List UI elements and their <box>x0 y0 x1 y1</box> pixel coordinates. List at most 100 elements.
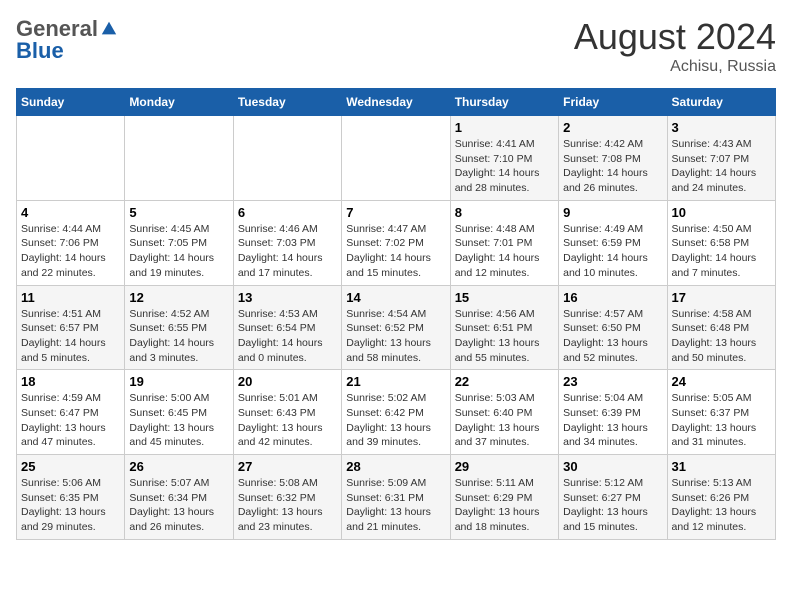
day-number: 9 <box>563 205 662 220</box>
day-info: Sunrise: 4:57 AMSunset: 6:50 PMDaylight:… <box>563 307 662 366</box>
calendar-cell: 3 Sunrise: 4:43 AMSunset: 7:07 PMDaylight… <box>667 116 775 201</box>
day-number: 2 <box>563 120 662 135</box>
day-number: 16 <box>563 290 662 305</box>
day-number: 20 <box>238 374 337 389</box>
calendar-cell: 18 Sunrise: 4:59 AMSunset: 6:47 PMDayligh… <box>17 370 125 455</box>
day-number: 11 <box>21 290 120 305</box>
weekday-thursday: Thursday <box>450 89 558 116</box>
calendar-cell: 2 Sunrise: 4:42 AMSunset: 7:08 PMDaylight… <box>559 116 667 201</box>
day-info: Sunrise: 4:56 AMSunset: 6:51 PMDaylight:… <box>455 307 554 366</box>
calendar-cell: 15 Sunrise: 4:56 AMSunset: 6:51 PMDayligh… <box>450 285 558 370</box>
day-info: Sunrise: 5:08 AMSunset: 6:32 PMDaylight:… <box>238 476 337 535</box>
calendar-cell: 4 Sunrise: 4:44 AMSunset: 7:06 PMDaylight… <box>17 200 125 285</box>
calendar-cell <box>342 116 450 201</box>
day-info: Sunrise: 5:04 AMSunset: 6:39 PMDaylight:… <box>563 391 662 450</box>
calendar-cell: 24Sunrise: 5:05 AMSunset: 6:37 PMDayligh… <box>667 370 775 455</box>
calendar-cell: 5 Sunrise: 4:45 AMSunset: 7:05 PMDaylight… <box>125 200 233 285</box>
day-info: Sunrise: 4:59 AMSunset: 6:47 PMDaylight:… <box>21 391 120 450</box>
calendar-week-5: 25 Sunrise: 5:06 AMSunset: 6:35 PMDayligh… <box>17 455 776 540</box>
calendar-cell <box>17 116 125 201</box>
weekday-sunday: Sunday <box>17 89 125 116</box>
calendar-cell: 23 Sunrise: 5:04 AMSunset: 6:39 PMDayligh… <box>559 370 667 455</box>
calendar-cell: 20 Sunrise: 5:01 AMSunset: 6:43 PMDayligh… <box>233 370 341 455</box>
calendar-week-3: 11 Sunrise: 4:51 AMSunset: 6:57 PMDayligh… <box>17 285 776 370</box>
day-info: Sunrise: 5:01 AMSunset: 6:43 PMDaylight:… <box>238 391 337 450</box>
day-number: 19 <box>129 374 228 389</box>
calendar-cell: 1 Sunrise: 4:41 AMSunset: 7:10 PMDaylight… <box>450 116 558 201</box>
location: Achisu, Russia <box>574 58 776 76</box>
calendar-week-2: 4 Sunrise: 4:44 AMSunset: 7:06 PMDaylight… <box>17 200 776 285</box>
day-number: 7 <box>346 205 445 220</box>
day-info: Sunrise: 4:48 AMSunset: 7:01 PMDaylight:… <box>455 222 554 281</box>
calendar-cell: 27 Sunrise: 5:08 AMSunset: 6:32 PMDayligh… <box>233 455 341 540</box>
day-info: Sunrise: 4:46 AMSunset: 7:03 PMDaylight:… <box>238 222 337 281</box>
calendar-cell: 7 Sunrise: 4:47 AMSunset: 7:02 PMDaylight… <box>342 200 450 285</box>
day-number: 25 <box>21 459 120 474</box>
day-info: Sunrise: 4:52 AMSunset: 6:55 PMDaylight:… <box>129 307 228 366</box>
day-info: Sunrise: 5:13 AMSunset: 6:26 PMDaylight:… <box>672 476 771 535</box>
weekday-monday: Monday <box>125 89 233 116</box>
day-info: Sunrise: 4:45 AMSunset: 7:05 PMDaylight:… <box>129 222 228 281</box>
calendar-cell: 17Sunrise: 4:58 AMSunset: 6:48 PMDayligh… <box>667 285 775 370</box>
title-block: August 2024 Achisu, Russia <box>574 16 776 76</box>
day-info: Sunrise: 5:06 AMSunset: 6:35 PMDaylight:… <box>21 476 120 535</box>
day-number: 1 <box>455 120 554 135</box>
day-number: 12 <box>129 290 228 305</box>
page-header: General Blue August 2024 Achisu, Russia <box>16 16 776 76</box>
calendar-cell: 30 Sunrise: 5:12 AMSunset: 6:27 PMDayligh… <box>559 455 667 540</box>
day-number: 4 <box>21 205 120 220</box>
weekday-wednesday: Wednesday <box>342 89 450 116</box>
day-info: Sunrise: 4:51 AMSunset: 6:57 PMDaylight:… <box>21 307 120 366</box>
calendar-table: SundayMondayTuesdayWednesdayThursdayFrid… <box>16 88 776 540</box>
day-info: Sunrise: 4:42 AMSunset: 7:08 PMDaylight:… <box>563 137 662 196</box>
weekday-saturday: Saturday <box>667 89 775 116</box>
day-number: 15 <box>455 290 554 305</box>
day-number: 30 <box>563 459 662 474</box>
calendar-cell <box>233 116 341 201</box>
calendar-body: 1 Sunrise: 4:41 AMSunset: 7:10 PMDaylight… <box>17 116 776 540</box>
day-number: 22 <box>455 374 554 389</box>
month-year: August 2024 <box>574 16 776 58</box>
day-number: 14 <box>346 290 445 305</box>
calendar-cell: 25 Sunrise: 5:06 AMSunset: 6:35 PMDayligh… <box>17 455 125 540</box>
day-number: 24 <box>672 374 771 389</box>
logo: General Blue <box>16 16 118 64</box>
day-number: 28 <box>346 459 445 474</box>
calendar-cell: 21Sunrise: 5:02 AMSunset: 6:42 PMDayligh… <box>342 370 450 455</box>
day-number: 3 <box>672 120 771 135</box>
day-number: 13 <box>238 290 337 305</box>
day-info: Sunrise: 5:09 AMSunset: 6:31 PMDaylight:… <box>346 476 445 535</box>
calendar-week-4: 18 Sunrise: 4:59 AMSunset: 6:47 PMDayligh… <box>17 370 776 455</box>
day-number: 21 <box>346 374 445 389</box>
day-info: Sunrise: 4:41 AMSunset: 7:10 PMDaylight:… <box>455 137 554 196</box>
calendar-cell: 9 Sunrise: 4:49 AMSunset: 6:59 PMDaylight… <box>559 200 667 285</box>
day-info: Sunrise: 4:47 AMSunset: 7:02 PMDaylight:… <box>346 222 445 281</box>
day-info: Sunrise: 5:12 AMSunset: 6:27 PMDaylight:… <box>563 476 662 535</box>
day-number: 23 <box>563 374 662 389</box>
day-number: 26 <box>129 459 228 474</box>
weekday-friday: Friday <box>559 89 667 116</box>
day-number: 10 <box>672 205 771 220</box>
day-number: 29 <box>455 459 554 474</box>
calendar-cell: 14 Sunrise: 4:54 AMSunset: 6:52 PMDayligh… <box>342 285 450 370</box>
day-number: 18 <box>21 374 120 389</box>
calendar-cell: 26 Sunrise: 5:07 AMSunset: 6:34 PMDayligh… <box>125 455 233 540</box>
day-info: Sunrise: 4:49 AMSunset: 6:59 PMDaylight:… <box>563 222 662 281</box>
calendar-cell: 10Sunrise: 4:50 AMSunset: 6:58 PMDayligh… <box>667 200 775 285</box>
day-info: Sunrise: 4:58 AMSunset: 6:48 PMDaylight:… <box>672 307 771 366</box>
day-info: Sunrise: 4:54 AMSunset: 6:52 PMDaylight:… <box>346 307 445 366</box>
calendar-week-1: 1 Sunrise: 4:41 AMSunset: 7:10 PMDaylight… <box>17 116 776 201</box>
calendar-cell: 29Sunrise: 5:11 AMSunset: 6:29 PMDayligh… <box>450 455 558 540</box>
calendar-cell: 12 Sunrise: 4:52 AMSunset: 6:55 PMDayligh… <box>125 285 233 370</box>
day-info: Sunrise: 5:07 AMSunset: 6:34 PMDaylight:… <box>129 476 228 535</box>
day-number: 27 <box>238 459 337 474</box>
calendar-cell: 28 Sunrise: 5:09 AMSunset: 6:31 PMDayligh… <box>342 455 450 540</box>
weekday-tuesday: Tuesday <box>233 89 341 116</box>
day-number: 8 <box>455 205 554 220</box>
day-info: Sunrise: 4:43 AMSunset: 7:07 PMDaylight:… <box>672 137 771 196</box>
day-number: 5 <box>129 205 228 220</box>
day-info: Sunrise: 4:44 AMSunset: 7:06 PMDaylight:… <box>21 222 120 281</box>
day-number: 6 <box>238 205 337 220</box>
logo-blue: Blue <box>16 38 64 63</box>
weekday-header-row: SundayMondayTuesdayWednesdayThursdayFrid… <box>17 89 776 116</box>
